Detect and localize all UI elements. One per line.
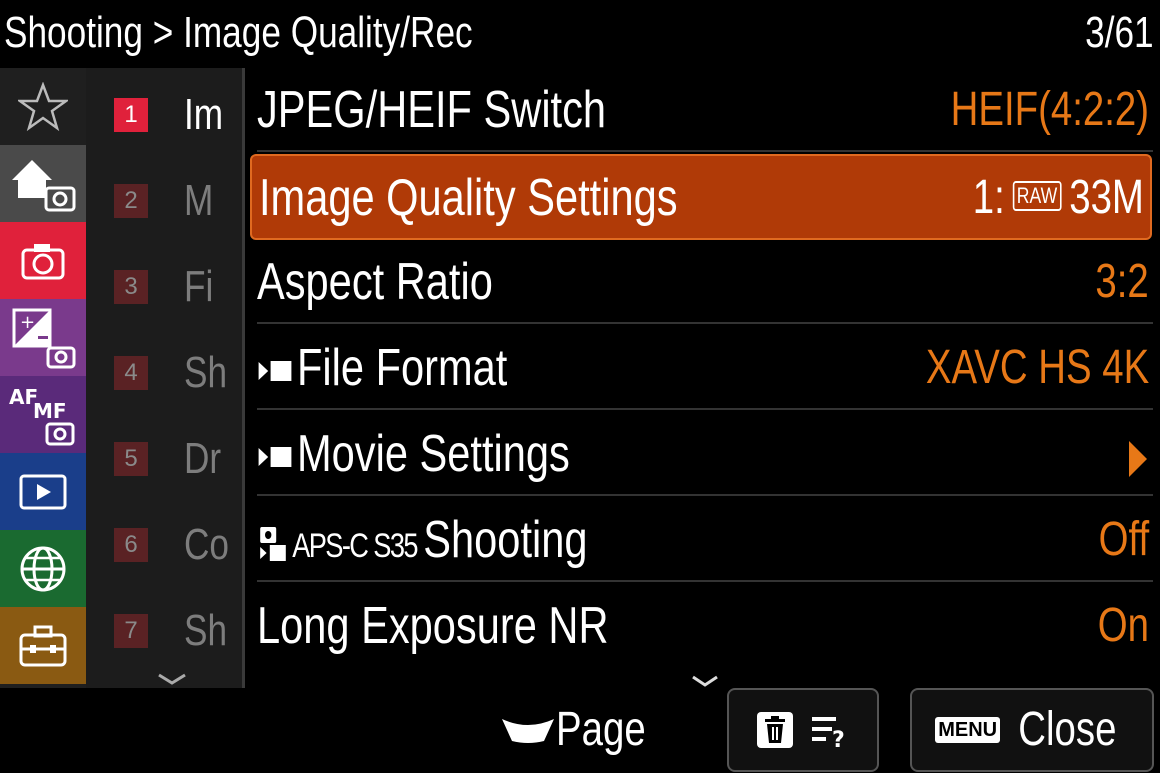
group-label: Dr (184, 434, 222, 483)
menu-item-value (1127, 434, 1149, 494)
quality-slot: 1: (972, 171, 1005, 224)
menu-item-label: Aspect Ratio (257, 253, 493, 311)
row-divider (257, 494, 1153, 496)
group-item-5[interactable]: 5 Dr (86, 416, 242, 501)
group-number: 1 (114, 98, 148, 132)
menu-item-label: File Format (257, 338, 570, 398)
chevron-down-icon (692, 675, 718, 687)
page-hint: Page (500, 700, 668, 760)
menu-item-apsc-s35-shooting[interactable]: APS-C S35 Shooting Off (257, 498, 1153, 582)
category-tab-setup[interactable] (0, 607, 86, 684)
close-label: Close (1018, 703, 1117, 756)
raw-badge-icon: RAW (1012, 181, 1062, 212)
image-size: 33M (1069, 171, 1144, 224)
svg-text:?: ? (832, 728, 845, 749)
close-button[interactable]: MENU Close (910, 688, 1154, 772)
control-wheel-icon (502, 719, 554, 743)
delete-help-button[interactable]: ? (727, 688, 879, 772)
star-outline-icon (18, 81, 68, 131)
breadcrumb: Shooting > Image Quality/Rec (4, 8, 473, 57)
svg-text:+: + (20, 312, 35, 333)
group-list: 1 Im 2 M 3 Fi 4 Sh 5 Dr 6 Co 7 Sh (86, 68, 242, 688)
group-label: Sh (184, 348, 228, 397)
home-camera-icon (12, 159, 76, 211)
menu-item-label: Movie Settings (257, 424, 648, 484)
menu-button-icon: MENU (935, 717, 1001, 743)
category-tab-favorites[interactable] (0, 68, 86, 145)
movie-mode-icon (258, 361, 292, 382)
category-tab-playback[interactable] (0, 453, 86, 530)
menu-item-value: HEIF(4:2:2) (950, 83, 1149, 136)
af-mf-icon: AF MF (9, 385, 75, 445)
group-number: 5 (114, 442, 148, 476)
globe-icon (20, 546, 66, 591)
group-label: M (184, 176, 214, 225)
category-tab-network[interactable] (0, 530, 86, 607)
category-tab-focus[interactable]: AF MF (0, 376, 86, 453)
page-label: Page (556, 703, 646, 756)
footer: Page ? MENU Close (0, 688, 1160, 773)
menu-item-value: Off (1098, 513, 1149, 566)
menu-item-label: Long Exposure NR (257, 597, 609, 655)
movie-mode-icon (258, 447, 292, 468)
group-item-3[interactable]: 3 Fi (86, 244, 242, 329)
category-sidebar: + AF MF (0, 68, 86, 688)
category-tab-exposure-color[interactable]: + (0, 299, 86, 376)
camera-icon (21, 243, 65, 279)
menu-item-value: 3:2 (1095, 255, 1149, 308)
row-divider (257, 322, 1153, 324)
menu-item-long-exposure-nr[interactable]: Long Exposure NR On (257, 584, 1153, 668)
group-item-6[interactable]: 6 Co (86, 502, 242, 587)
chevron-right-icon (1129, 441, 1147, 477)
menu-item-file-format[interactable]: File Format XAVC HS 4K (257, 326, 1153, 410)
menu-item-value: XAVC HS 4K (925, 341, 1149, 394)
menu-item-label: Image Quality Settings (259, 169, 678, 227)
svg-text:MF: MF (33, 399, 67, 423)
exposure-comp-icon: + (12, 308, 76, 368)
group-number: 4 (114, 356, 148, 390)
playback-icon (19, 474, 67, 509)
header: Shooting > Image Quality/Rec 3/61 (0, 0, 1160, 68)
group-number: 3 (114, 270, 148, 304)
group-label: Im (184, 90, 224, 139)
row-divider (257, 580, 1153, 582)
group-label: Sh (184, 606, 228, 655)
apsc-s35-label: APS-C S35 (292, 527, 418, 565)
group-number: 6 (114, 528, 148, 562)
group-number: 7 (114, 614, 148, 648)
category-tab-main[interactable] (0, 145, 86, 222)
menu-item-movie-settings[interactable]: Movie Settings (257, 412, 1153, 496)
group-label: Co (184, 520, 229, 569)
row-divider (257, 150, 1153, 152)
group-item-1[interactable]: 1 Im (86, 72, 242, 157)
group-label: Fi (184, 262, 214, 311)
menu-item-value: 1: RAW 33M (930, 168, 1144, 228)
menu-item-image-quality-settings[interactable]: Image Quality Settings 1: RAW 33M (250, 154, 1152, 240)
page-indicator: 3/61 (1085, 8, 1154, 57)
camera-movie-icon (260, 527, 286, 562)
category-tab-shooting[interactable] (0, 222, 86, 299)
menu-item-label: JPEG/HEIF Switch (257, 81, 607, 139)
menu-item-value: On (1097, 599, 1149, 652)
chevron-down-icon (158, 673, 186, 685)
group-item-7[interactable]: 7 Sh (86, 588, 242, 673)
help-icon: ? (812, 717, 845, 749)
row-divider (257, 408, 1153, 410)
menu-item-label: APS-C S35 Shooting (257, 510, 670, 576)
menu-list: JPEG/HEIF Switch HEIF(4:2:2) Image Quali… (245, 68, 1160, 688)
group-number: 2 (114, 184, 148, 218)
toolbox-icon (19, 625, 67, 666)
group-item-4[interactable]: 4 Sh (86, 330, 242, 415)
menu-item-aspect-ratio[interactable]: Aspect Ratio 3:2 (257, 240, 1153, 324)
menu-item-jpeg-heif-switch[interactable]: JPEG/HEIF Switch HEIF(4:2:2) (257, 68, 1153, 152)
trash-icon (757, 712, 793, 748)
group-item-2[interactable]: 2 M (86, 158, 242, 243)
